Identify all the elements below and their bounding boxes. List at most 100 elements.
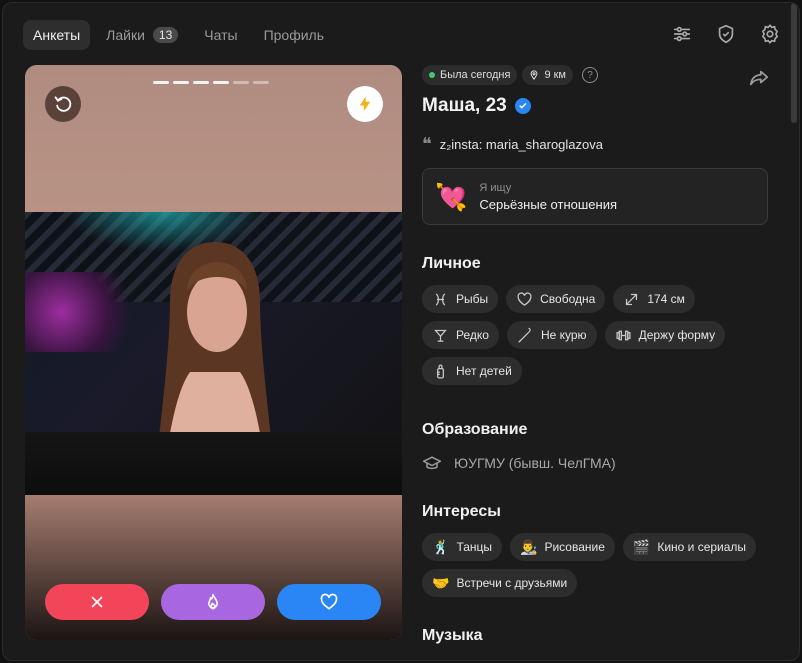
gear-icon[interactable] bbox=[759, 23, 781, 45]
tab-likes[interactable]: Лайки 13 bbox=[96, 20, 188, 50]
chip-label: Кино и сериалы bbox=[657, 540, 747, 554]
bio-text: z₂insta: maria_sharoglazova bbox=[439, 137, 603, 152]
superlike-button[interactable] bbox=[161, 584, 265, 620]
help-button[interactable]: ? bbox=[582, 67, 598, 83]
photo-table bbox=[25, 432, 402, 495]
heart-arrow-icon: 💘 bbox=[435, 181, 468, 212]
chip-smoking: Не курю bbox=[506, 321, 597, 349]
tab-profiles[interactable]: Анкеты bbox=[23, 20, 91, 50]
section-title-education: Образование bbox=[422, 421, 528, 438]
chip-label: Встречи с друзьями bbox=[456, 576, 568, 590]
swipe-actions bbox=[45, 584, 381, 620]
profile-photo bbox=[25, 212, 402, 495]
photo-neon bbox=[25, 272, 145, 352]
chip-fitness: Держу форму bbox=[604, 321, 726, 349]
dancing-icon: 🕺 bbox=[432, 539, 450, 555]
heart-outline-icon bbox=[517, 291, 532, 306]
tab-label: Чаты bbox=[204, 27, 238, 43]
tab-label: Профиль bbox=[263, 27, 324, 43]
distance-badge: 9 км bbox=[522, 65, 573, 85]
online-status-badge: Была сегодня bbox=[422, 65, 518, 85]
personal-chips: Рыбы Свободна 174 см Редко Не курю Держу… bbox=[422, 285, 772, 385]
profile-details: Была сегодня 9 км ? Маша, 23 ❝ z₂insta: … bbox=[422, 65, 772, 645]
relationship-goal-value: Серьёзные отношения bbox=[479, 196, 617, 212]
baby-bottle-icon bbox=[437, 364, 444, 379]
relationship-goal-text: Я ищу Серьёзные отношения bbox=[479, 182, 617, 212]
chip-label: Не курю bbox=[540, 328, 587, 342]
photo-progress-segment bbox=[253, 81, 269, 84]
cocktail-glass-icon bbox=[434, 329, 447, 342]
photo-progress-segment bbox=[233, 81, 249, 84]
scrollbar[interactable] bbox=[791, 3, 797, 123]
status-row: Была сегодня 9 км ? bbox=[422, 65, 772, 85]
clapperboard-icon: 🎬 bbox=[632, 539, 651, 555]
chip-label: Рисование bbox=[544, 540, 605, 554]
undo-button[interactable] bbox=[45, 86, 81, 122]
photo-progress-segment bbox=[213, 81, 229, 84]
chip-label: Редко bbox=[456, 328, 489, 342]
chip-label: Свободна bbox=[540, 292, 596, 306]
photo-progress-segment bbox=[153, 81, 169, 84]
location-pin-icon bbox=[531, 70, 538, 80]
profile-photo-card[interactable] bbox=[25, 65, 402, 640]
tab-my-profile[interactable]: Профиль bbox=[254, 20, 334, 50]
chip-height: 174 см bbox=[613, 285, 695, 313]
chip-zodiac: Рыбы bbox=[422, 285, 499, 313]
flame-icon bbox=[208, 593, 218, 610]
verified-icon bbox=[514, 98, 531, 114]
chip-children: Нет детей bbox=[422, 357, 522, 385]
app-window: Анкеты Лайки 13 Чаты Профиль Была сегодн… bbox=[2, 2, 800, 661]
chip-label: Нет детей bbox=[456, 364, 512, 378]
expand-arrows-icon bbox=[626, 293, 638, 305]
profile-name: Маша, 23 bbox=[422, 95, 507, 116]
top-nav: Анкеты Лайки 13 Чаты Профиль bbox=[23, 19, 334, 51]
online-dot bbox=[429, 72, 435, 78]
education-value: ЮУГМУ (бывш. ЧелГМА) bbox=[454, 455, 616, 471]
help-icon: ? bbox=[587, 69, 593, 81]
relationship-goal-card: 💘 Я ищу Серьёзные отношения bbox=[422, 168, 768, 225]
share-icon[interactable] bbox=[748, 67, 770, 89]
chip-interest: 👨‍🎨 Рисование bbox=[510, 533, 615, 561]
dumbbell-icon bbox=[616, 330, 631, 340]
handshake-icon: 🤝 bbox=[432, 575, 450, 591]
chip-relationship: Свободна bbox=[506, 285, 606, 313]
chip-label: 174 см bbox=[647, 292, 685, 306]
tab-chats[interactable]: Чаты bbox=[194, 20, 247, 50]
close-icon bbox=[91, 596, 103, 608]
lightning-icon bbox=[359, 96, 371, 112]
pisces-icon bbox=[435, 292, 446, 306]
graduation-cap-icon bbox=[422, 456, 442, 470]
boost-button[interactable] bbox=[347, 86, 383, 122]
heart-icon bbox=[320, 593, 338, 610]
chip-alcohol: Редко bbox=[422, 321, 499, 349]
filters-icon[interactable] bbox=[671, 23, 693, 45]
chip-interest: 🕺 Танцы bbox=[422, 533, 503, 561]
chip-label: Держу форму bbox=[638, 328, 716, 342]
dislike-button[interactable] bbox=[45, 584, 149, 620]
photo-progress bbox=[153, 81, 269, 84]
no-smoking-icon bbox=[518, 327, 531, 343]
like-button[interactable] bbox=[277, 584, 381, 620]
tab-label: Анкеты bbox=[33, 27, 81, 43]
likes-count-badge: 13 bbox=[152, 27, 179, 43]
chip-label: Рыбы bbox=[456, 292, 489, 306]
photo-progress-segment bbox=[193, 81, 209, 84]
chip-interest: 🎬 Кино и сериалы bbox=[622, 533, 757, 561]
top-actions bbox=[671, 23, 781, 45]
shield-check-icon[interactable] bbox=[715, 23, 737, 45]
name-row: Маша, 23 bbox=[422, 95, 772, 117]
photo-background-top bbox=[25, 65, 402, 215]
section-title-music: Музыка bbox=[422, 627, 483, 644]
chip-label: Танцы bbox=[456, 540, 493, 554]
section-title-personal: Личное bbox=[422, 255, 481, 272]
artist-icon: 👨‍🎨 bbox=[520, 539, 538, 555]
relationship-goal-label: Я ищу bbox=[479, 181, 512, 194]
tab-label: Лайки bbox=[106, 27, 145, 43]
status-text: Была сегодня bbox=[440, 69, 511, 81]
undo-icon bbox=[54, 96, 72, 112]
bio: ❝ z₂insta: maria_sharoglazova bbox=[422, 133, 772, 155]
distance-text: 9 км bbox=[544, 69, 566, 81]
education-row: ЮУГМУ (бывш. ЧелГМА) bbox=[422, 453, 772, 473]
chip-interest: 🤝 Встречи с друзьями bbox=[422, 569, 578, 597]
quote-icon: ❝ bbox=[422, 133, 432, 155]
